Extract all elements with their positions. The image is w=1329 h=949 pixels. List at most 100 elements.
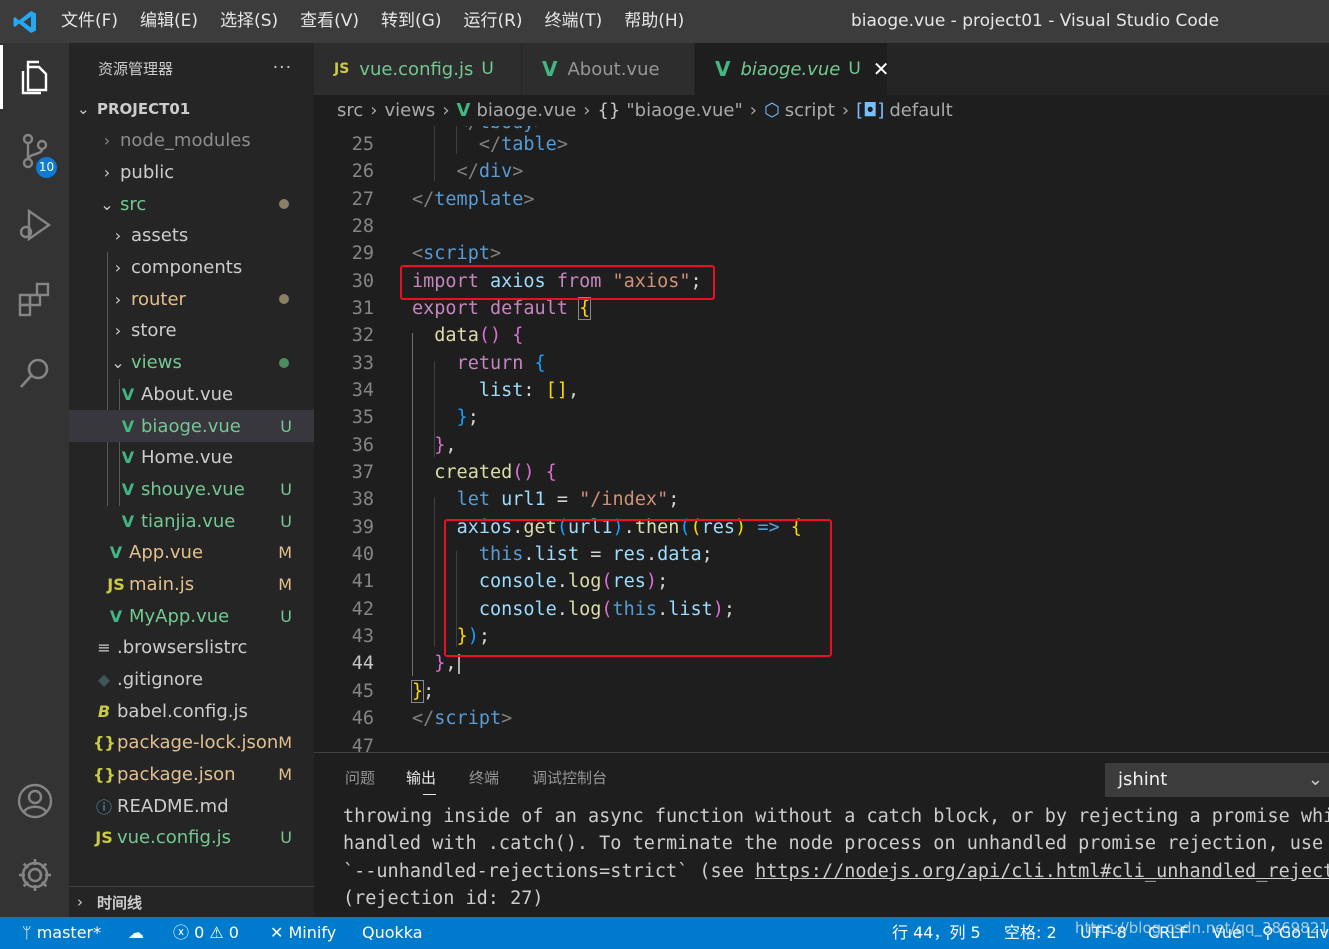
close-icon[interactable]: ✕ (873, 57, 890, 81)
code-line: 37 created() { (351, 462, 557, 483)
file-gitignore[interactable]: ◆ .gitignore (69, 664, 314, 696)
file-vue-config-js[interactable]: JS vue.config.js U (69, 822, 314, 854)
run-debug-icon[interactable] (0, 193, 69, 257)
minify-status[interactable]: ✕ Minify (270, 917, 336, 949)
code-line: 45}; (351, 680, 435, 703)
file-tianjia-vue[interactable]: Vtianjia.vue U (69, 505, 314, 537)
cursor-position-status[interactable]: 行 44，列 5 (892, 917, 981, 949)
error-icon: ⓧ (173, 923, 195, 942)
folder-views[interactable]: ⌄ views (69, 347, 314, 379)
git-branch-icon: ᛘ (22, 923, 37, 942)
folder-assets[interactable]: › assets (69, 220, 314, 252)
explorer-icon[interactable] (0, 45, 69, 109)
branch-status[interactable]: ᛘ master* (22, 917, 101, 949)
quokka-status[interactable]: Quokka (362, 917, 423, 949)
breadcrumb-script[interactable]: script (785, 100, 835, 121)
js-file-icon: JS (334, 61, 350, 77)
chevron-right-icon: › (749, 100, 757, 121)
file-package-lock-json[interactable]: {} package-lock.json M (69, 727, 314, 759)
file-browserslistrc[interactable]: ≡ .browserslistrc (69, 632, 314, 664)
vue-file-icon: V (121, 416, 135, 436)
menu-go[interactable]: 转到(G) (370, 0, 452, 43)
babel-file-icon: B (97, 701, 111, 721)
chevron-right-icon: › (114, 258, 122, 278)
tab-output[interactable]: 输出 (392, 753, 453, 803)
file-babel-config[interactable]: Bbabel.config.js (69, 695, 314, 727)
tab-about-vue[interactable]: V About.vue (522, 43, 695, 95)
extensions-icon[interactable] (0, 267, 69, 331)
menu-edit[interactable]: 编辑(E) (129, 0, 209, 43)
git-status-badge: M (278, 574, 292, 594)
vue-file-icon: V (121, 448, 135, 468)
indentation-status[interactable]: 空格: 2 (1004, 917, 1057, 949)
breadcrumb-src[interactable]: src (337, 100, 363, 121)
file-app-vue[interactable]: V App.vue M (69, 537, 314, 569)
variable-symbol-icon: [◘] (856, 100, 885, 121)
output-channel-select[interactable]: jshint ⌄ (1105, 763, 1329, 797)
text-cursor (457, 654, 460, 674)
file-myapp-vue[interactable]: V MyApp.vue U (69, 600, 314, 632)
output-link[interactable]: https://nodejs.org/api/cli.html#cli_unha… (755, 861, 1329, 882)
code-line: 47 (351, 736, 374, 752)
menu-help[interactable]: 帮助(H) (613, 0, 695, 43)
chevron-right-icon: › (103, 163, 111, 183)
search-icon[interactable] (0, 341, 69, 405)
file-about-vue[interactable]: V About.vue (69, 379, 314, 411)
accounts-icon[interactable] (0, 769, 69, 833)
breadcrumb-views[interactable]: views (384, 100, 435, 121)
sync-cloud-icon[interactable]: ☁ (128, 917, 144, 949)
lines-file-icon: ≡ (97, 638, 111, 658)
menu-run[interactable]: 运行(R) (452, 0, 533, 43)
git-status-badge: U (481, 59, 494, 79)
file-home-vue[interactable]: V Home.vue (69, 442, 314, 474)
tab-biaoge-vue[interactable]: V biaoge.vue U ✕ (695, 43, 890, 95)
code-line: 28 (351, 216, 374, 237)
activity-bar: 10 (0, 43, 69, 917)
timeline-section-header[interactable]: › 时间线 (69, 886, 314, 917)
git-status-badge: M (278, 765, 292, 785)
vue-file-icon: V (542, 57, 558, 81)
source-control-icon[interactable]: 10 (0, 119, 69, 183)
settings-gear-icon[interactable] (0, 843, 69, 907)
folder-public[interactable]: › public (69, 157, 314, 189)
code-line: 35 }; (351, 407, 479, 428)
menu-view[interactable]: 查看(V) (289, 0, 370, 43)
folder-components[interactable]: › components (69, 252, 314, 284)
file-readme[interactable]: ⓘ README.md (69, 790, 314, 822)
chevron-right-icon: › (114, 321, 122, 341)
project-section-header[interactable]: ⌄ PROJECT01 (69, 93, 314, 125)
code-editor[interactable]: </tbody> 25 </table> 26 </div> 27</templ… (314, 126, 1329, 752)
file-main-js[interactable]: JS main.js M (69, 569, 314, 601)
warning-icon: ⚠ (204, 923, 229, 942)
code-line: 26 </div> (351, 161, 524, 182)
file-package-json[interactable]: {} package.json M (69, 759, 314, 791)
folder-store[interactable]: › store (69, 315, 314, 347)
file-shouye-vue[interactable]: Vshouye.vue U (69, 474, 314, 506)
problems-status[interactable]: ⓧ 0 ⚠ 0 (173, 917, 239, 949)
chevron-down-icon: ⌄ (111, 353, 125, 373)
git-status-badge: U (848, 59, 861, 79)
folder-src[interactable]: ⌄ src (69, 188, 314, 220)
menu-file[interactable]: 文件(F) (50, 0, 129, 43)
breadcrumb-module[interactable]: "biaoge.vue" (626, 100, 742, 121)
window-title: biaoge.vue - project01 - Visual Studio C… (851, 11, 1220, 31)
breadcrumb-file[interactable]: biaoge.vue (476, 100, 576, 121)
chevron-right-icon: › (103, 131, 111, 151)
breadcrumb-default[interactable]: default (889, 100, 952, 121)
file-biaoge-vue[interactable]: Vbiaoge.vue U (69, 410, 314, 442)
more-actions-icon[interactable]: ··· (273, 58, 292, 78)
menu-selection[interactable]: 选择(S) (209, 0, 289, 43)
tab-terminal[interactable]: 终端 (453, 753, 516, 803)
folder-router[interactable]: › router (69, 283, 314, 315)
folder-node-modules[interactable]: › node_modules (69, 125, 314, 157)
tab-debug-console[interactable]: 调试控制台 (516, 753, 624, 803)
tab-vue-config-js[interactable]: JS vue.config.js U (314, 43, 522, 95)
tab-problems[interactable]: 问题 (314, 753, 392, 803)
chevron-right-icon: › (442, 100, 450, 121)
menu-terminal[interactable]: 终端(T) (534, 0, 614, 43)
vscode-logo-icon (0, 0, 50, 43)
chevron-down-icon: ⌄ (77, 100, 90, 118)
git-status-badge: U (280, 606, 292, 626)
output-panel: 问题 输出 终端 调试控制台 jshint ⌄ throwing inside … (314, 752, 1329, 917)
annotation-box-axios-call (444, 519, 832, 657)
